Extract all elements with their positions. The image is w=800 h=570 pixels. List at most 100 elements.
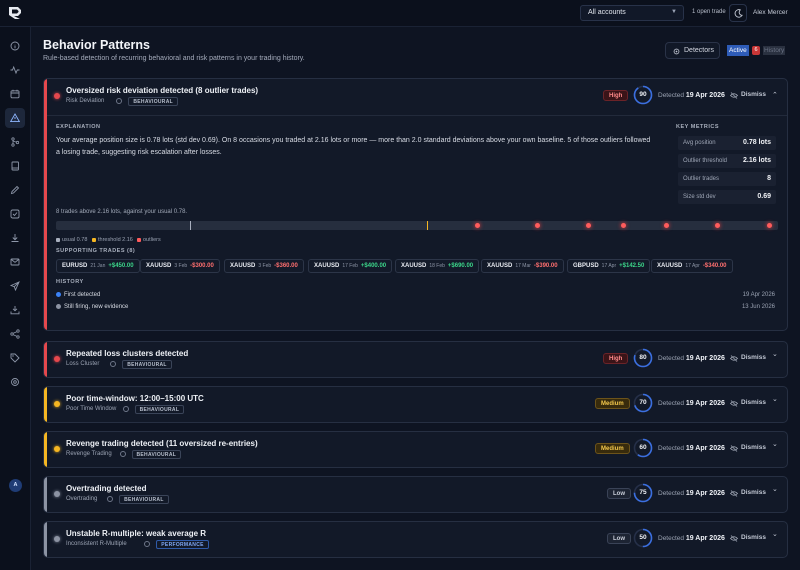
detected-value: 19 Apr 2026 (685, 535, 725, 542)
pattern-card[interactable]: Revenge trading detected (11 oversized r… (43, 431, 788, 468)
pattern-card[interactable]: Oversized risk deviation detected (8 out… (43, 78, 788, 331)
chevron-down-icon: ▼ (671, 9, 677, 15)
pattern-title[interactable]: Revenge trading detected (11 oversized r… (66, 439, 258, 448)
pattern-title[interactable]: Poor time-window: 12:00–15:00 UTC (66, 394, 204, 403)
tab-active[interactable]: Active (727, 45, 749, 56)
metric-label: Outlier threshold (683, 158, 728, 164)
category-tag: BEHAVIOURAL (122, 360, 172, 369)
dismiss-button[interactable]: Dismiss (726, 442, 771, 455)
chevron-down-icon[interactable]: ⌄ (772, 350, 778, 358)
open-trades-indicator[interactable]: 1 open trade (692, 9, 726, 15)
sidebar-item-inbox[interactable] (5, 300, 25, 320)
severity-dot (54, 491, 60, 497)
severity-dot (54, 356, 60, 362)
sidebar-item-pencil[interactable] (5, 180, 25, 200)
app-logo[interactable] (8, 6, 22, 20)
eye-off-icon (730, 400, 738, 407)
account-select[interactable]: All accounts ▼ (580, 5, 684, 21)
trade-chip[interactable]: EURUSD 21 Jan +$450.00 (56, 259, 140, 273)
category-tag: BEHAVIOURAL (128, 97, 178, 106)
detected-value: 19 Apr 2026 (685, 400, 725, 407)
trade-chip[interactable]: XAUUSD 17 Apr -$340.00 (651, 259, 733, 273)
info-icon[interactable] (119, 451, 126, 457)
pattern-title[interactable]: Unstable R-multiple: weak average R (66, 529, 206, 538)
pattern-title[interactable]: Repeated loss clusters detected (66, 349, 188, 358)
trade-chip[interactable]: XAUUSD 3 Feb -$300.00 (140, 259, 220, 273)
trade-chip[interactable]: XAUUSD 17 Mar -$390.00 (481, 259, 564, 273)
sidebar-item-mail[interactable] (5, 252, 25, 272)
avatar[interactable]: A (9, 479, 22, 492)
card-divider (47, 115, 787, 116)
info-icon[interactable] (144, 541, 151, 547)
explanation-text: Your average position size is 0.78 lots … (56, 137, 651, 156)
sidebar-item-info[interactable] (5, 36, 25, 56)
trade-date: 18 Feb (429, 263, 445, 269)
dismiss-button[interactable]: Dismiss (726, 352, 771, 365)
pattern-card[interactable]: Poor time-window: 12:00–15:00 UTC Poor Ti… (43, 386, 788, 423)
info-icon[interactable] (116, 98, 123, 104)
trade-chip[interactable]: GBPUSD 17 Apr +$142.50 (567, 259, 651, 273)
severity-bar (44, 432, 47, 467)
dismiss-label: Dismiss (741, 91, 766, 98)
chevron-down-icon[interactable]: ⌄ (772, 485, 778, 493)
trade-chip[interactable]: XAUUSD 18 Feb +$690.00 (395, 259, 480, 273)
dismiss-label: Dismiss (741, 444, 766, 451)
metric-value: 8 (767, 175, 771, 182)
activity-icon (10, 65, 20, 75)
trade-chip[interactable]: XAUUSD 17 Feb +$400.00 (308, 259, 393, 273)
chevron-down-icon[interactable]: ⌄ (772, 395, 778, 403)
tab-history[interactable]: History (763, 46, 786, 55)
trade-date: 17 Feb (342, 263, 358, 269)
sidebar-item-share[interactable] (5, 324, 25, 344)
pattern-title[interactable]: Overtrading detected (66, 484, 146, 493)
legend-label: usual 0.78 (62, 237, 88, 243)
trade-chip[interactable]: XAUUSD 3 Feb -$360.00 (224, 259, 304, 273)
severity-bar (44, 79, 47, 330)
dismiss-button[interactable]: Dismiss (726, 397, 771, 410)
theme-toggle-button[interactable] (729, 4, 747, 22)
sidebar-item-settings[interactable] (5, 372, 25, 392)
sidebar-item-calendar[interactable] (5, 84, 25, 104)
score-ring: 60 (633, 438, 653, 458)
history-heading: HISTORY (56, 279, 84, 285)
user-name[interactable]: Alex Mercer (753, 9, 788, 16)
trade-date: 21 Jan (90, 263, 106, 269)
info-icon[interactable] (107, 496, 114, 502)
sidebar-item-book[interactable] (5, 156, 25, 176)
sidebar-item-split[interactable] (5, 132, 25, 152)
gear-icon (673, 48, 680, 55)
top-bar: All accounts ▼ 1 open trade Alex Mercer (0, 0, 800, 27)
detectors-button[interactable]: Detectors (665, 42, 720, 59)
sidebar-item-checklist[interactable] (5, 204, 25, 224)
status-tabs: Active 6 History (727, 45, 787, 56)
chevron-up-icon[interactable]: ⌃ (772, 91, 778, 99)
info-icon[interactable] (122, 406, 129, 412)
chevron-down-icon[interactable]: ⌄ (772, 530, 778, 538)
dismiss-label: Dismiss (741, 399, 766, 406)
sidebar-item-tag[interactable] (5, 348, 25, 368)
info-icon[interactable] (110, 361, 117, 367)
score-value: 90 (639, 91, 647, 98)
detected-date: Detected 19 Apr 2026 (658, 92, 725, 99)
sidebar-item-activity[interactable] (5, 60, 25, 80)
dismiss-button[interactable]: Dismiss (726, 89, 771, 102)
history-date: 13 Jun 2026 (741, 304, 775, 310)
severity-bar (44, 387, 47, 422)
detected-date: Detected 19 Apr 2026 (658, 490, 725, 497)
outlier-dot (534, 223, 540, 228)
legend-swatch (137, 237, 141, 242)
category-tag: BEHAVIOURAL (134, 405, 185, 414)
sidebar-item-download[interactable] (5, 228, 25, 248)
chevron-down-icon[interactable]: ⌄ (772, 440, 778, 448)
pattern-card[interactable]: Overtrading detected Overtrading BEHAVIOUR… (43, 476, 788, 513)
severity-bar (44, 522, 47, 557)
pattern-card[interactable]: Repeated loss clusters detected Loss Clus… (43, 341, 788, 378)
pattern-title[interactable]: Oversized risk deviation detected (8 out… (66, 86, 258, 95)
pattern-card[interactable]: Unstable R-multiple: weak average R Incon… (43, 521, 788, 558)
severity-badge: High (603, 353, 629, 364)
trade-date: 17 Apr (601, 263, 617, 269)
dismiss-button[interactable]: Dismiss (726, 532, 771, 545)
sidebar-item-send[interactable] (5, 276, 25, 296)
sidebar-item-alert-triangle[interactable] (5, 108, 25, 128)
dismiss-button[interactable]: Dismiss (726, 487, 771, 500)
